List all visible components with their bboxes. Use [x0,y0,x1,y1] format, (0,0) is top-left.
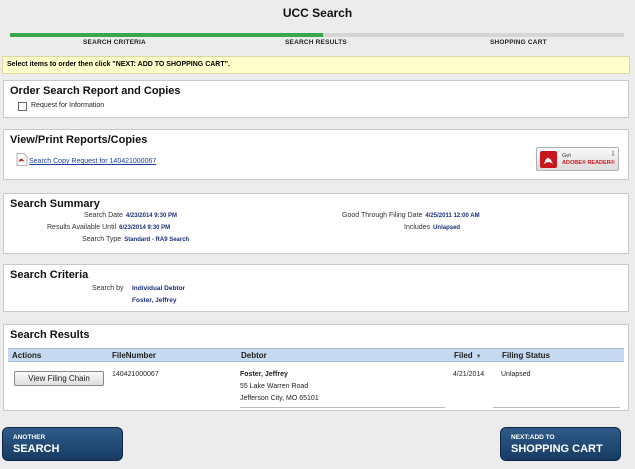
search-summary-panel: Search Summary Search Date 4/23/2014 9:30… [3,193,629,254]
good-through-label: Good Through Filing Date [342,212,423,219]
search-date-value: 4/23/2014 9:30 PM [125,213,177,219]
col-filing-status[interactable]: Filing Status [502,351,550,360]
sort-desc-icon: ▼ [475,354,482,360]
search-criteria-panel: Search Criteria Search by Individual Deb… [3,264,629,312]
debtor-address1-cell: 55 Lake Warren Road [240,383,309,390]
step-search-criteria: SEARCH CRITERIA [83,39,146,46]
pdf-icon [16,153,28,166]
results-table-header: Actions FileNumber Debtor Filed ▼ Filing … [8,348,624,362]
request-info-label[interactable]: Request for Information [31,102,104,109]
add-to-cart-big-label: SHOPPING CART [511,443,603,455]
progress-bar [10,33,624,37]
step-shopping-cart: SHOPPING CART [490,39,547,46]
progress-fill [10,33,324,37]
search-date-label: Search Date [84,212,123,219]
another-search-button[interactable]: ANOTHER SEARCH [2,427,123,461]
search-by-label: Search by [92,285,124,292]
filed-date-cell: 4/21/2014 [453,371,485,378]
search-date-row: Search Date 4/23/2014 9:30 PM [84,212,177,219]
search-type-value: Standard - RA9 Search [124,237,190,243]
search-type-label: Search Type [82,236,122,243]
adobe-get-text: Get [562,153,571,159]
includes-label: Includes [404,224,431,231]
adobe-logo-icon [540,151,557,168]
col-filed-label: Filed [454,351,473,360]
step-labels: SEARCH CRITERIA SEARCH RESULTS SHOPPING … [0,39,635,51]
search-results-heading: Search Results [10,329,90,341]
filing-status-cell: Unlapsed [501,371,531,378]
includes-value: Unlapsed [433,225,461,231]
download-arrow-icon: ⇩ [610,151,616,158]
row-divider [240,407,445,408]
results-until-label: Results Available Until [47,224,117,231]
another-search-big-label: SEARCH [13,443,60,455]
search-type-row: Search Type Standard - RA9 Search [82,236,189,243]
get-adobe-reader-button[interactable]: Get ADOBE® READER® ⇩ [536,147,619,171]
good-through-row: Good Through Filing Date 4/25/2011 12:00 … [342,212,480,219]
col-filed[interactable]: Filed ▼ [454,351,482,360]
request-info-checkbox[interactable] [18,102,27,111]
search-by-value: Individual Debtor [132,285,186,292]
add-to-cart-small-label: NEXT:ADD TO [511,434,555,441]
good-through-value: 4/25/2011 12:00 AM [425,213,480,219]
results-until-row: Results Available Until 6/23/2014 9:30 PM [47,224,170,231]
col-debtor[interactable]: Debtor [241,351,267,360]
search-criteria-heading: Search Criteria [10,269,89,281]
row-divider [493,407,620,408]
another-search-small-label: ANOTHER [13,434,46,441]
order-heading: Order Search Report and Copies [10,85,181,97]
search-name-value: Foster, Jeffrey [132,297,177,304]
add-to-shopping-cart-button[interactable]: NEXT:ADD TO SHOPPING CART [500,427,621,461]
search-results-panel: Search Results Actions FileNumber Debtor… [3,324,629,411]
debtor-name-cell: Foster, Jeffrey [240,371,288,378]
file-number-cell: 140421000067 [112,371,159,378]
adobe-name-text: ADOBE® READER® [562,160,615,166]
view-print-heading: View/Print Reports/Copies [10,134,148,146]
search-summary-heading: Search Summary [10,198,100,210]
search-copy-request-link[interactable]: Search Copy Request for 140421000067 [29,158,156,165]
view-print-panel: View/Print Reports/Copies Search Copy Re… [3,129,629,180]
includes-row: Includes Unlapsed [404,224,460,231]
step-search-results: SEARCH RESULTS [285,39,347,46]
col-file-number[interactable]: FileNumber [112,351,156,360]
order-panel: Order Search Report and Copies Request f… [3,80,629,118]
col-actions: Actions [12,351,42,360]
page-title: UCC Search [282,6,353,20]
results-until-value: 6/23/2014 9:30 PM [119,225,171,231]
view-filing-chain-button[interactable]: View Filing Chain [14,371,104,386]
instruction-banner: Select items to order then click "NEXT: … [2,56,630,74]
debtor-address2-cell: Jefferson City, MO 65101 [240,395,319,402]
